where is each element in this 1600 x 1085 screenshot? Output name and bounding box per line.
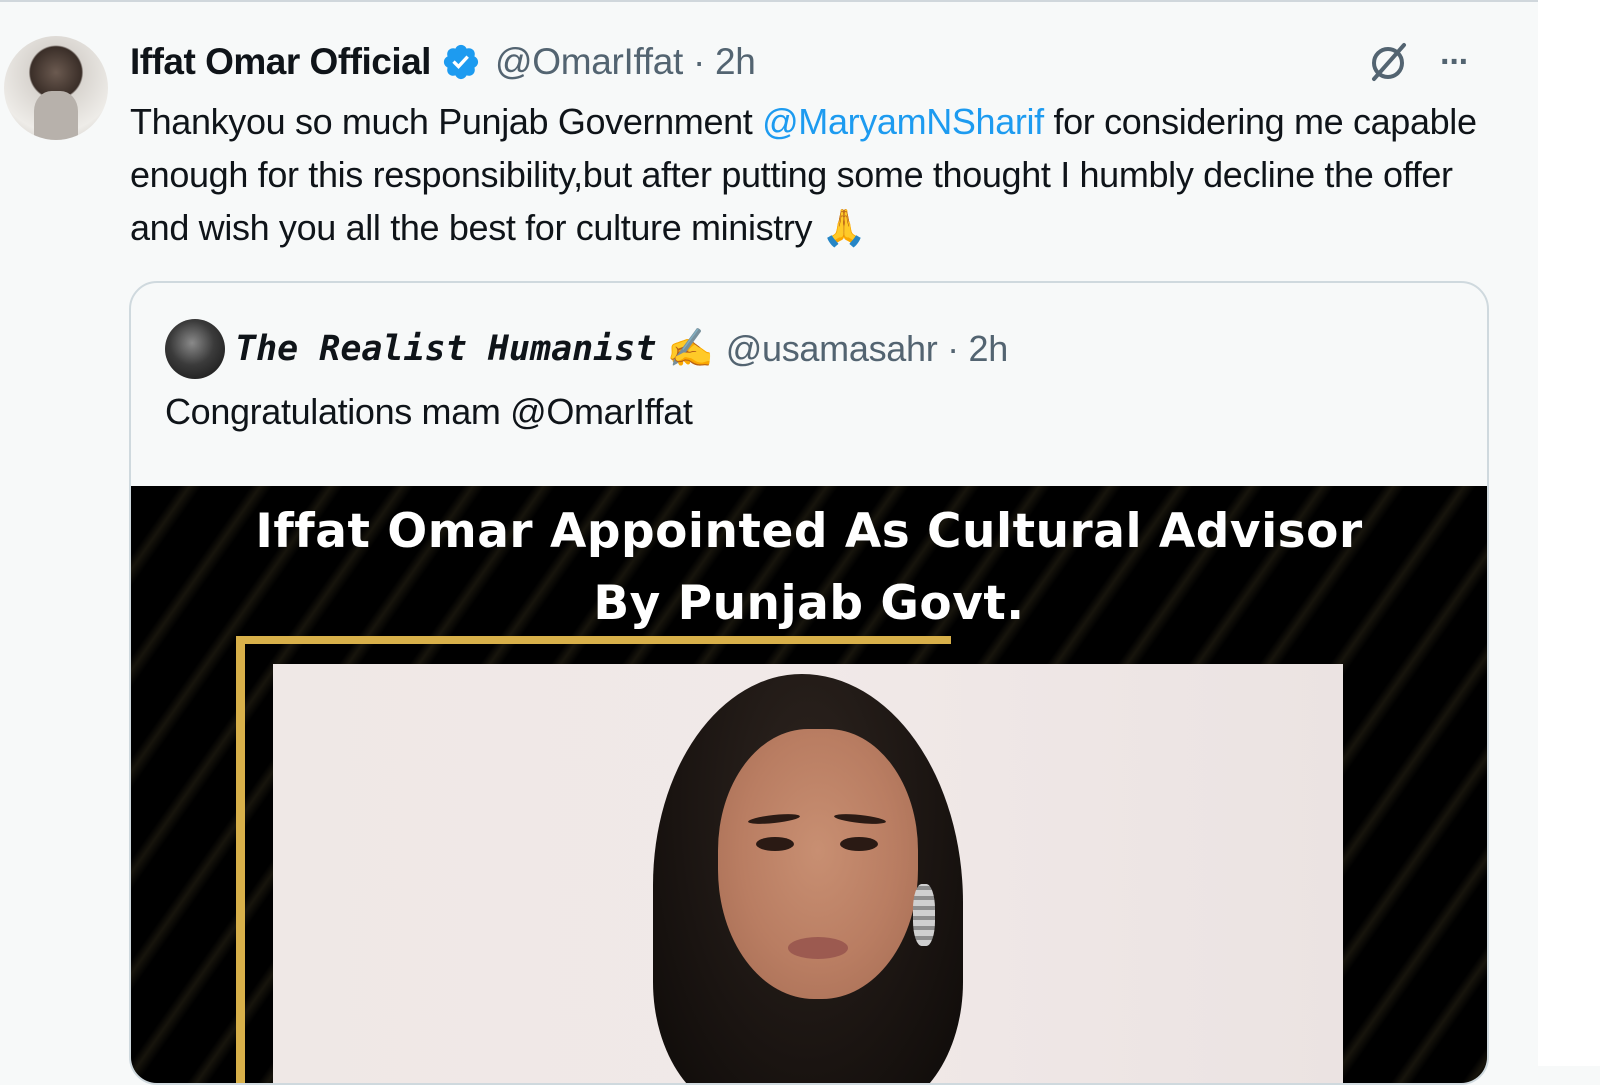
verified-badge-icon (443, 44, 479, 80)
tweet-text-part: Thankyou so much Punjab Government (130, 101, 763, 142)
media-headline-line: By Punjab Govt. (593, 576, 1025, 631)
writing-hand-emoji: ✍️ (666, 328, 714, 370)
quoted-author-handle-time: @usamasahr · 2h (725, 328, 1008, 369)
author-handle-time[interactable]: @OmarIffat · 2h (495, 41, 756, 83)
media-headline: Iffat Omar Appointed As Cultural Advisor… (131, 496, 1487, 640)
more-options-icon[interactable]: ··· (1440, 43, 1470, 82)
gold-frame-top (236, 636, 951, 644)
tweet-text: Thankyou so much Punjab Government @Mary… (130, 95, 1500, 254)
portrait-face (718, 729, 918, 999)
tweet[interactable]: Iffat Omar Official @OmarIffat · 2h ··· … (0, 0, 1538, 1085)
portrait-eye (840, 837, 878, 851)
portrait-earring (913, 884, 935, 946)
quoted-tweet-text: Congratulations mam @OmarIffat (165, 391, 693, 432)
portrait-brow (833, 812, 887, 826)
grok-icon[interactable] (1366, 39, 1412, 85)
author-name[interactable]: Iffat Omar Official (130, 41, 431, 83)
quoted-tweet-header: The Realist Humanist ✍️ @usamasahr · 2h (165, 319, 1008, 379)
gold-frame-left (236, 636, 245, 1083)
mention-link[interactable]: @MaryamNSharif (762, 101, 1044, 142)
portrait-eye (756, 837, 794, 851)
media-headline-line: Iffat Omar Appointed As Cultural Advisor (255, 504, 1363, 559)
portrait-photo (273, 664, 1343, 1083)
portrait-lips (788, 937, 848, 959)
quoted-author-avatar (165, 319, 225, 379)
right-margin (1538, 0, 1600, 1066)
quoted-author-name: The Realist Humanist (235, 329, 657, 369)
tweet-header: Iffat Omar Official @OmarIffat · 2h (130, 38, 756, 86)
quoted-media-image[interactable]: Iffat Omar Appointed As Cultural Advisor… (131, 486, 1487, 1083)
quoted-tweet[interactable]: The Realist Humanist ✍️ @usamasahr · 2h … (129, 281, 1489, 1085)
tweet-actions: ··· (1366, 38, 1470, 86)
folded-hands-emoji: 🙏 (821, 207, 867, 248)
portrait-brow (747, 812, 801, 826)
author-avatar[interactable] (4, 36, 108, 140)
